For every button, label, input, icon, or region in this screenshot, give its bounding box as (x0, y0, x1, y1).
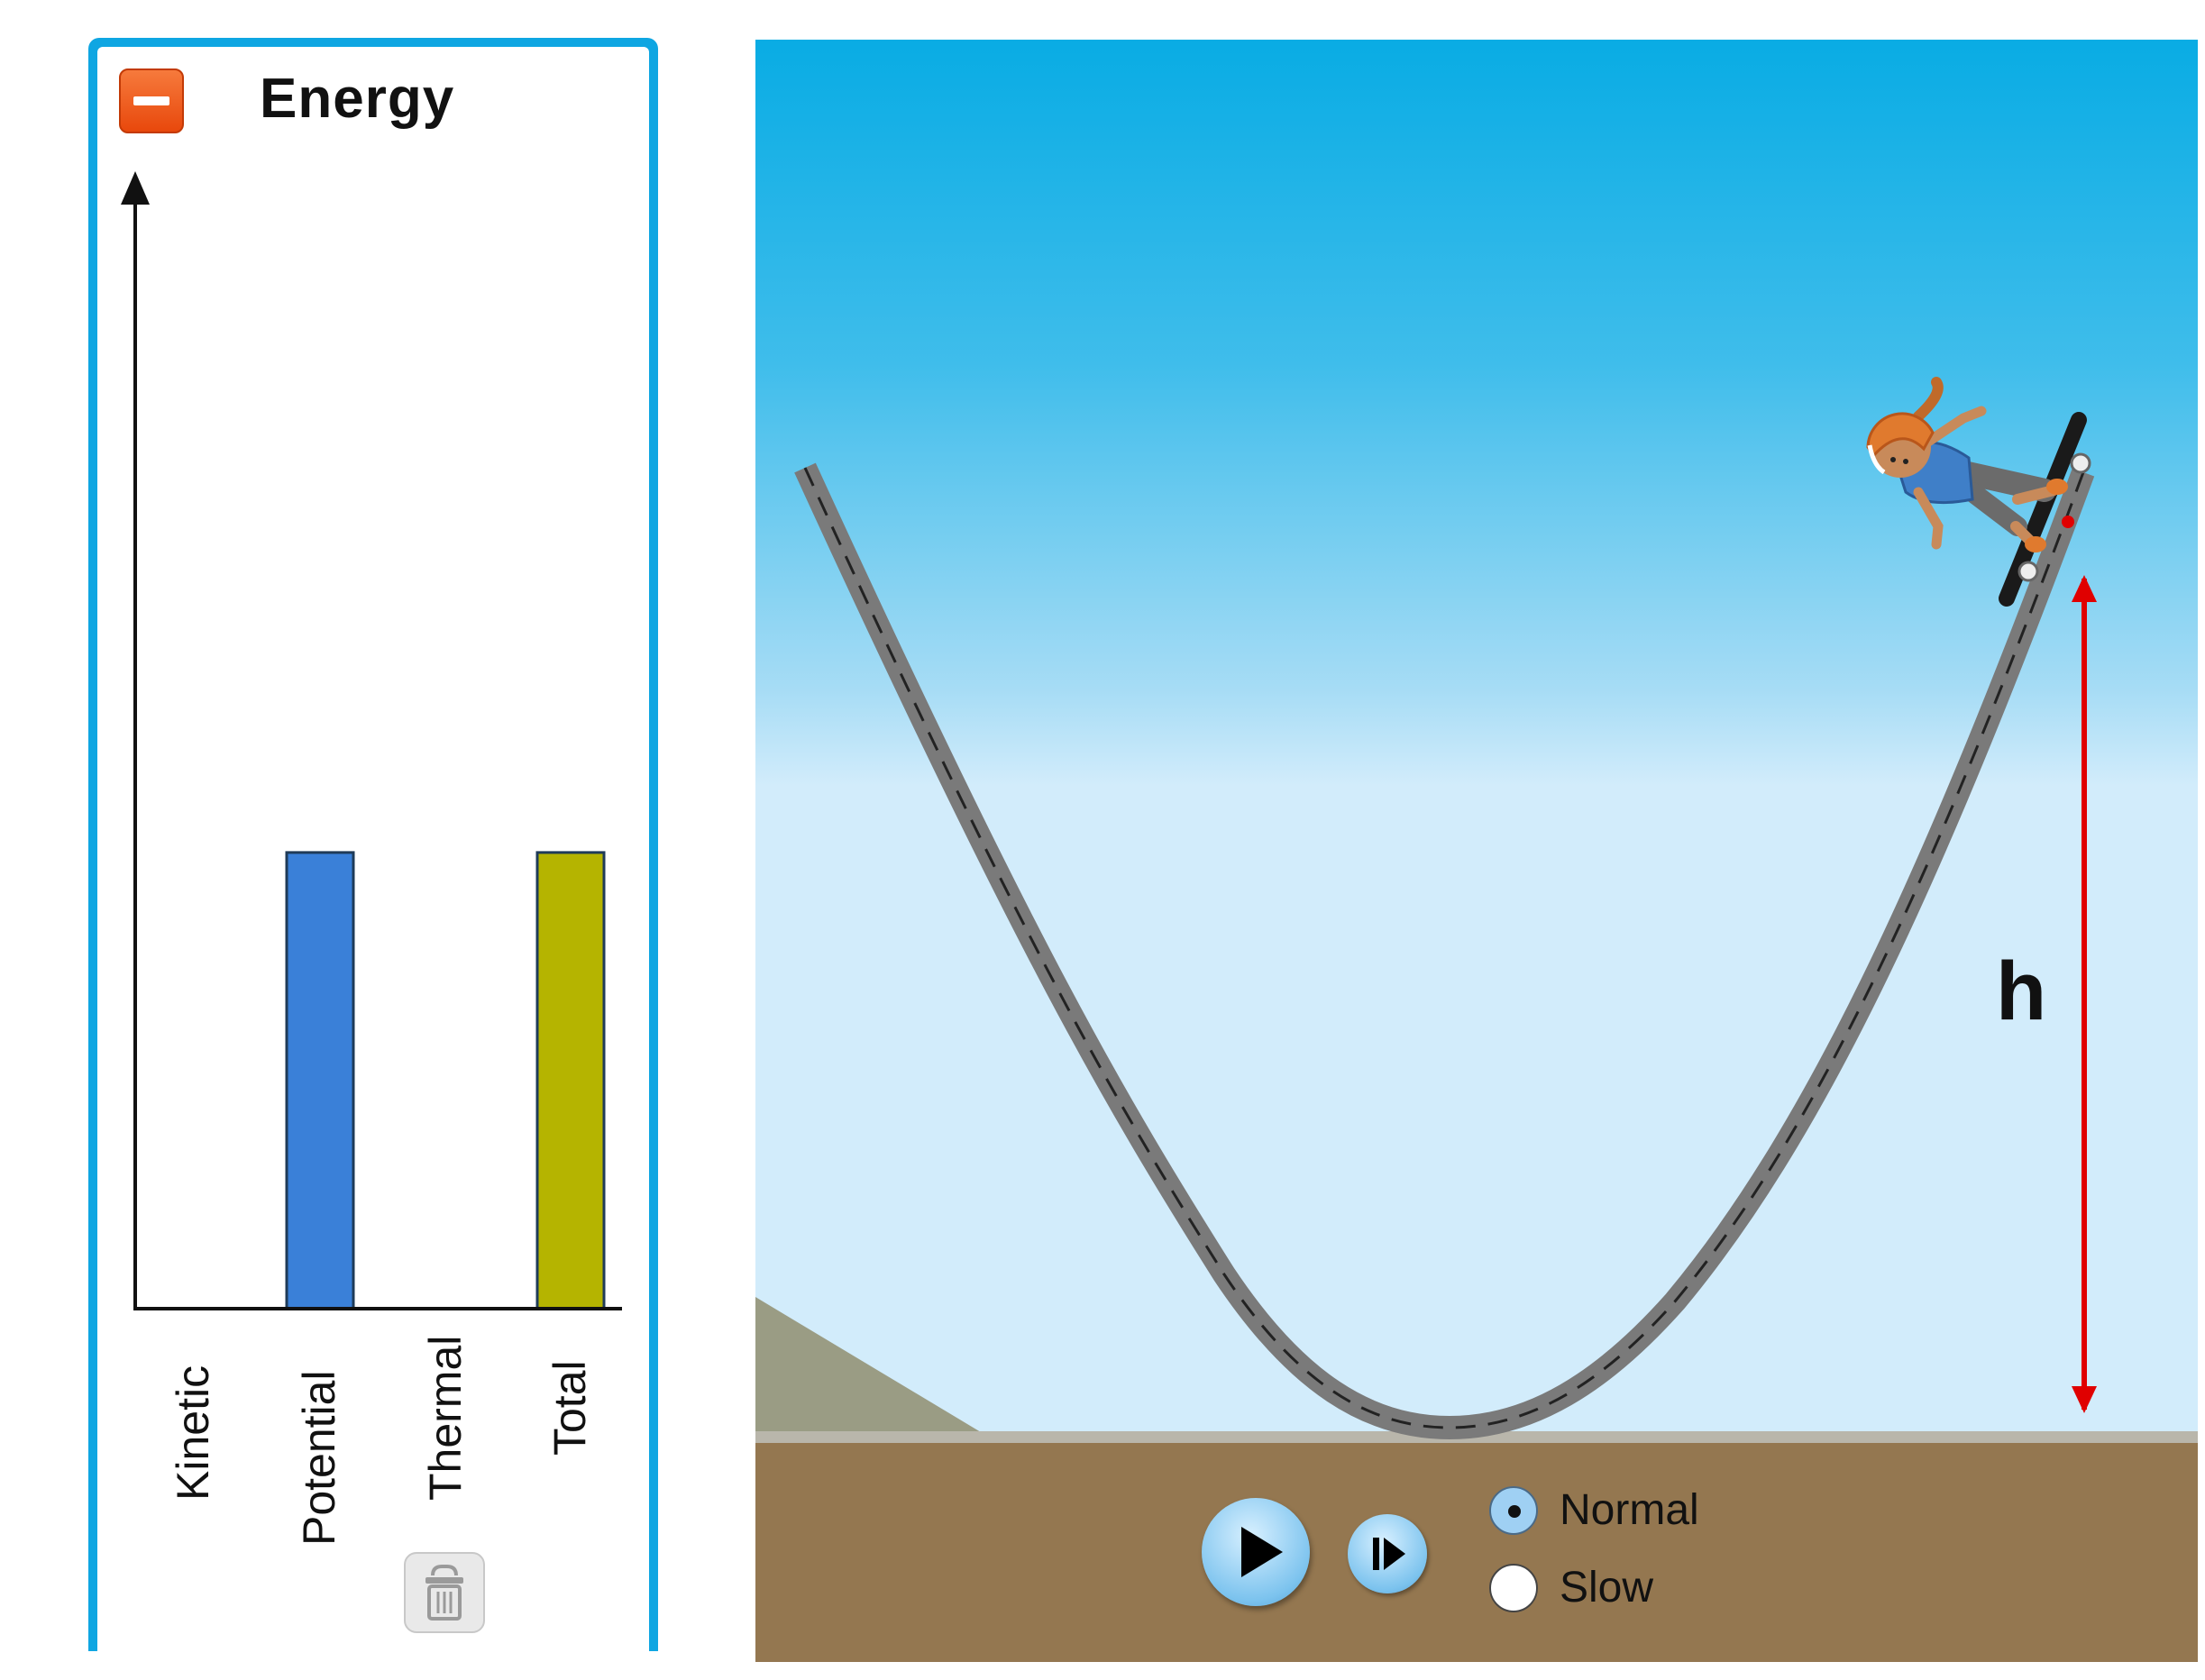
speed-normal-label: Normal (1560, 1486, 1699, 1534)
radio-selected-dot (1508, 1504, 1521, 1518)
speed-normal-option[interactable]: Normal (1489, 1485, 1699, 1535)
energy-panel: Energy Kinetic Potential Thermal Total (88, 38, 658, 1651)
y-axis-arrow-icon (121, 171, 150, 205)
clear-thermal-button[interactable] (404, 1552, 485, 1633)
skate-park-sim: h Normal Slow (755, 40, 2198, 1662)
bar-potential (285, 851, 355, 1310)
track-layer (794, 377, 2097, 1440)
height-label: h (1996, 945, 2047, 1037)
speed-slow-option[interactable]: Slow (1489, 1563, 1653, 1612)
bar-label-kinetic: Kinetic (168, 1365, 218, 1501)
trash-icon (425, 1565, 463, 1621)
step-forward-button[interactable] (1348, 1514, 1427, 1593)
bar-label-total: Total (544, 1360, 595, 1456)
bar-label-thermal: Thermal (420, 1335, 471, 1501)
play-button[interactable] (1202, 1498, 1310, 1606)
bar-label-potential: Potential (294, 1370, 344, 1546)
energy-panel-body: Energy Kinetic Potential Thermal Total (97, 47, 649, 1651)
skate-track[interactable] (794, 462, 2095, 1440)
speed-normal-radio[interactable] (1489, 1485, 1538, 1535)
bar-total (535, 851, 606, 1310)
speed-slow-radio[interactable] (1489, 1563, 1538, 1612)
speed-slow-label: Slow (1560, 1564, 1654, 1612)
play-icon (1241, 1527, 1283, 1577)
step-forward-icon (1373, 1538, 1405, 1570)
height-arrow (2072, 575, 2097, 1413)
